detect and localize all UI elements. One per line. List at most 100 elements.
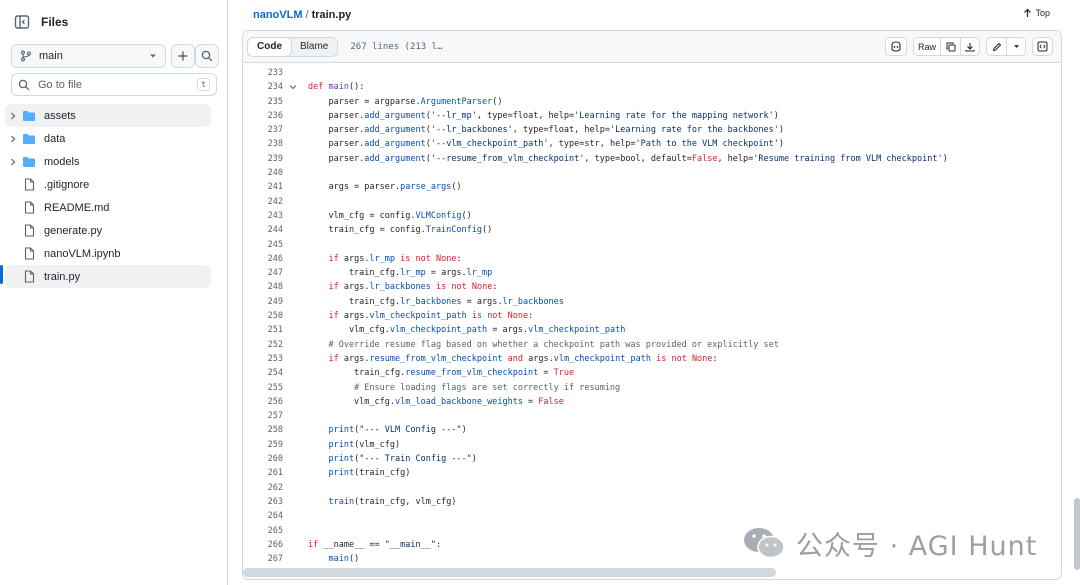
file-icon [21,270,37,283]
line-number[interactable]: 264 [243,509,283,523]
copilot-button[interactable] [884,37,907,56]
line-number[interactable]: 237 [243,123,283,137]
code-text: # Ensure loading flags are set correctly… [354,382,621,393]
folder-icon [21,133,37,145]
code-line: 238 parser.add_argument('--vlm_checkpoin… [243,137,1061,151]
tree-item-data[interactable]: data [5,127,211,150]
chevron-right-icon[interactable] [5,112,21,120]
code-line: 247 train_cfg.lr_mp = args.lr_mp [243,266,1061,280]
sidebar-header: Files [10,10,68,34]
line-number[interactable]: 240 [243,166,283,180]
watermark-text: 公众号 · AGI Hunt [796,530,1038,562]
code-line: 250 if args.vlm_checkpoint_path is not N… [243,309,1061,323]
edit-dropdown-button[interactable] [1006,37,1026,56]
line-number[interactable]: 244 [243,223,283,237]
code-line: 248 if args.lr_backbones is not None: [243,280,1061,294]
horizontal-scrollbar[interactable] [243,565,1061,579]
code-text: parser.add_argument('--lr_backbones', ty… [308,125,784,136]
line-number[interactable]: 266 [243,538,283,552]
add-file-button[interactable] [171,44,195,68]
line-number[interactable]: 234 [243,80,283,94]
line-number[interactable]: 235 [243,95,283,109]
tab-code[interactable]: Code [247,36,292,57]
copy-button[interactable] [940,37,960,56]
line-number[interactable]: 258 [243,423,283,437]
branch-name: main [39,50,63,62]
chevron-right-icon[interactable] [5,158,21,166]
fold-chevron-icon[interactable] [289,80,299,94]
line-number[interactable]: 261 [243,466,283,480]
line-number[interactable]: 257 [243,409,283,423]
search-files-button[interactable] [195,44,219,68]
sidebar-collapse-icon [14,15,30,29]
symbols-panel-button[interactable] [1032,37,1053,56]
code-text: def main(): [308,82,365,93]
code-line: 252 # Override resume flag based on whet… [243,338,1061,352]
line-number[interactable]: 251 [243,323,283,337]
vertical-scrollbar-thumb[interactable] [1074,498,1080,570]
line-number[interactable]: 243 [243,209,283,223]
caret-down-icon [1013,45,1019,48]
code-line: 255 # Ensure loading flags are set corre… [243,381,1061,395]
line-number[interactable]: 248 [243,280,283,294]
line-number[interactable]: 241 [243,180,283,194]
line-number[interactable]: 246 [243,252,283,266]
breadcrumb-repo-link[interactable]: nanoVLM [253,9,303,21]
watermark: 公众号 · AGI Hunt [742,523,1037,563]
sidebar-title: Files [41,15,69,29]
tree-item-label: assets [44,109,76,122]
line-number[interactable]: 249 [243,295,283,309]
code-text: if __name__ == "__main__": [308,539,442,550]
line-number[interactable]: 236 [243,109,283,123]
line-number[interactable]: 265 [243,524,283,538]
code-line: 236 parser.add_argument('--lr_mp', type=… [243,109,1061,123]
line-number[interactable]: 255 [243,381,283,395]
line-number[interactable]: 263 [243,495,283,509]
tree-item-models[interactable]: models [5,150,211,173]
code-text: parser.add_argument('--vlm_checkpoint_pa… [308,139,784,150]
tree-item-notebook[interactable]: nanoVLM.ipynb [5,242,211,265]
app-root: Files main Go to file t assets data mode… [0,0,1080,585]
line-number[interactable]: 262 [243,481,283,495]
line-number[interactable]: 259 [243,438,283,452]
top-button[interactable]: Top [1023,8,1050,18]
code-line: 257 [243,409,1061,423]
branch-icon [21,50,31,62]
code-text: if args.vlm_checkpoint_path is not None: [328,311,534,322]
tab-blame[interactable]: Blame [291,38,337,56]
line-number[interactable]: 256 [243,395,283,409]
go-to-file-input[interactable]: Go to file t [11,73,217,96]
code-line: 246 if args.lr_mp is not None: [243,252,1061,266]
raw-button[interactable]: Raw [912,37,940,56]
copilot-icon [891,41,901,52]
tree-item-generate[interactable]: generate.py [5,219,211,242]
download-button[interactable] [960,37,980,56]
horizontal-scrollbar-thumb[interactable] [243,568,776,577]
line-number[interactable]: 238 [243,137,283,151]
pencil-icon [992,42,1001,51]
chevron-right-icon[interactable] [5,135,21,143]
line-number[interactable]: 245 [243,238,283,252]
line-number[interactable]: 260 [243,452,283,466]
search-icon [201,50,213,62]
line-number[interactable]: 242 [243,195,283,209]
edit-button[interactable] [986,37,1006,56]
line-number[interactable]: 239 [243,152,283,166]
code-text: parser.add_argument('--resume_from_vlm_c… [308,153,948,164]
code-text: print("--- VLM Config ---") [328,425,467,436]
line-number[interactable]: 233 [243,66,283,80]
tree-item-readme[interactable]: README.md [5,196,211,219]
line-number[interactable]: 252 [243,338,283,352]
tree-item-assets[interactable]: assets [5,104,211,127]
tree-item-train[interactable]: train.py [5,265,211,288]
edit-actions-group [986,37,1026,56]
collapse-sidebar-button[interactable] [10,10,34,34]
line-number[interactable]: 253 [243,352,283,366]
line-number[interactable]: 250 [243,309,283,323]
branch-selector[interactable]: main [11,44,166,68]
line-number[interactable]: 247 [243,266,283,280]
keyboard-shortcut-hint: t [197,78,210,91]
tree-item-gitignore[interactable]: .gitignore [5,173,211,196]
code-text: train_cfg.lr_mp = args.lr_mp [308,268,493,279]
line-number[interactable]: 254 [243,366,283,380]
